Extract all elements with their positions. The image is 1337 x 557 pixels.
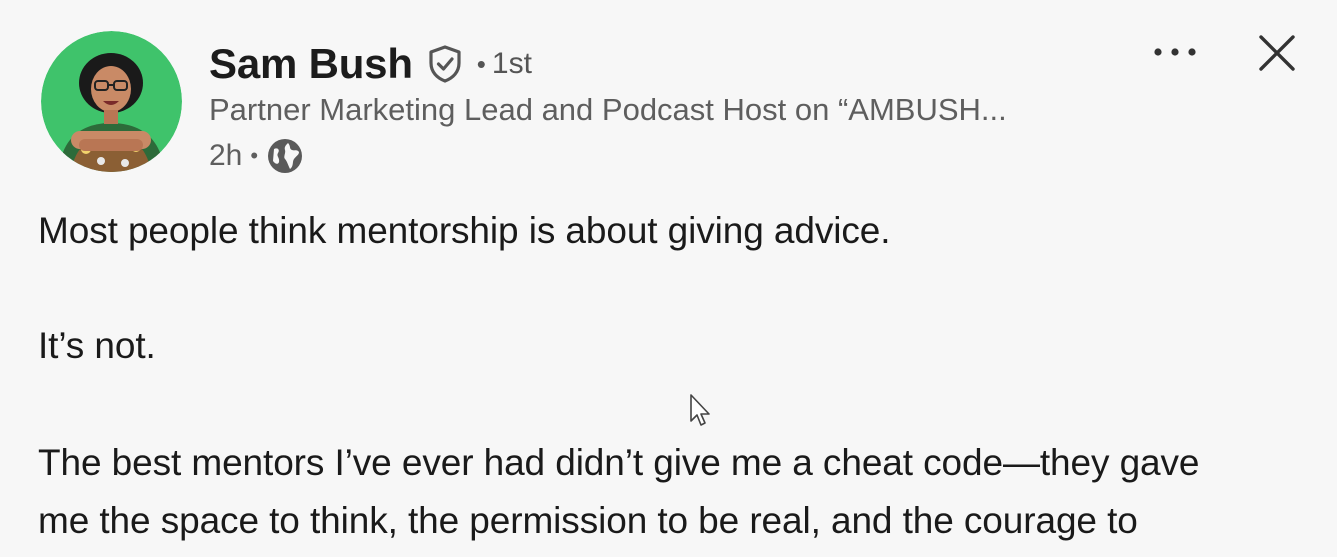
- post-time: 2h: [209, 139, 243, 172]
- feed-post: Sam Bush • 1st Partner Marketing Lead an…: [0, 0, 1337, 557]
- name-separator: •: [476, 48, 486, 79]
- post-meta: 2h •: [209, 136, 304, 176]
- shield-check-icon: [425, 44, 465, 84]
- post-text-line: Most people think mentorship is about gi…: [38, 210, 891, 251]
- close-button[interactable]: [1252, 30, 1302, 76]
- author-headline: Partner Marketing Lead and Podcast Host …: [209, 92, 1007, 127]
- connection-degree: 1st: [491, 47, 532, 80]
- mouse-cursor-icon: [689, 393, 713, 429]
- close-icon: [1259, 35, 1295, 71]
- author-name[interactable]: Sam Bush: [209, 40, 413, 88]
- meta-separator: •: [250, 143, 259, 168]
- more-options-icon: [1154, 48, 1196, 56]
- globe-icon: [266, 137, 304, 175]
- post-text-line: It’s not.: [38, 325, 156, 366]
- more-options-button[interactable]: [1148, 32, 1202, 72]
- author-avatar[interactable]: [41, 31, 182, 172]
- post-text-line: The best mentors I’ve ever had didn’t gi…: [38, 442, 1200, 483]
- post-text-line: me the space to think, the permission to…: [38, 500, 1138, 541]
- author-name-row: Sam Bush • 1st: [209, 38, 532, 90]
